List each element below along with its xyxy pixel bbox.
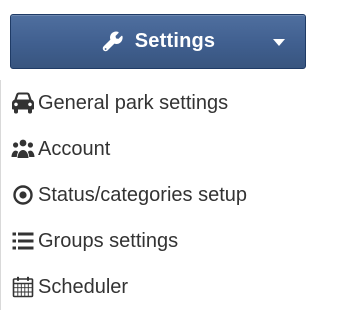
menu-item-label: Status/categories setup <box>38 183 248 206</box>
menu-item-status-categories-setup[interactable]: Status/categories setup <box>1 172 346 218</box>
menu-item-label: Account <box>38 137 111 160</box>
list-icon <box>11 229 35 253</box>
users-icon <box>11 137 35 161</box>
wrench-icon <box>101 30 125 54</box>
car-icon <box>11 91 35 115</box>
settings-button[interactable]: Settings <box>10 14 306 69</box>
menu-item-label: Scheduler <box>38 275 129 298</box>
menu-item-label: Groups settings <box>38 229 179 252</box>
caret-down-icon <box>273 38 285 46</box>
menu-item-groups-settings[interactable]: Groups settings <box>1 218 346 264</box>
menu-item-account[interactable]: Account <box>1 126 346 172</box>
dot-circle-icon <box>11 183 35 207</box>
settings-button-label: Settings <box>134 30 216 52</box>
settings-menu: General park settings Account Status/cat… <box>0 80 346 310</box>
menu-item-scheduler[interactable]: Scheduler <box>1 264 346 310</box>
calendar-icon <box>11 275 35 299</box>
menu-item-label: General park settings <box>38 91 229 114</box>
settings-dropdown: Settings General park settings Account S… <box>0 0 346 313</box>
menu-item-general-park-settings[interactable]: General park settings <box>1 80 346 126</box>
